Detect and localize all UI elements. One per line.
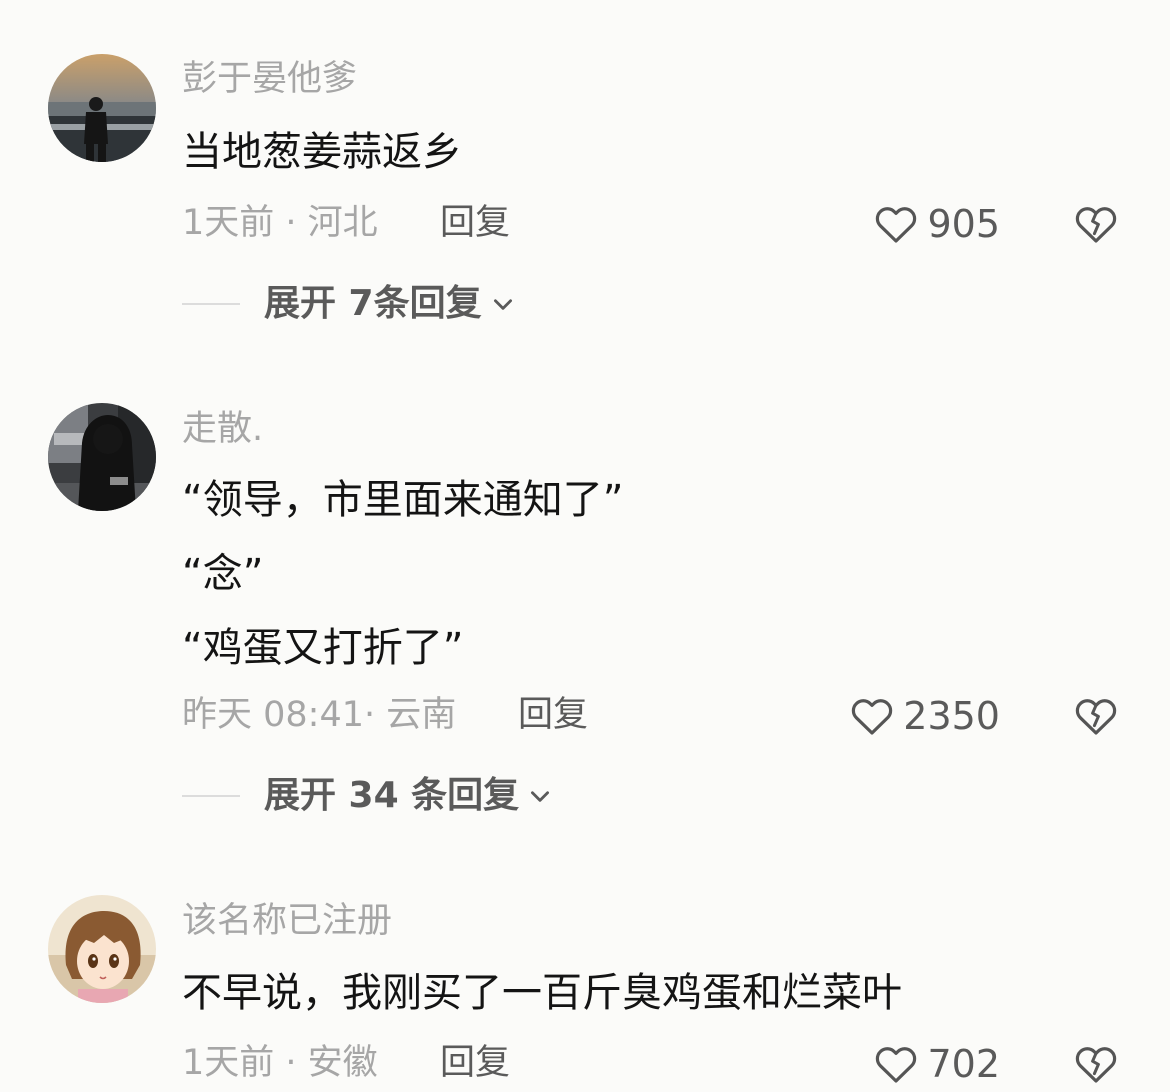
divider-line bbox=[182, 303, 240, 305]
dislike-button[interactable] bbox=[1072, 692, 1120, 744]
broken-heart-icon bbox=[1075, 699, 1117, 735]
comment-text-line: “念” bbox=[182, 551, 264, 597]
dislike-button[interactable] bbox=[1072, 1040, 1120, 1092]
comment-text: “领导，市里面来通知了” “念” “鸡蛋又打折了” bbox=[182, 463, 623, 685]
avatar-anime-girl bbox=[48, 895, 156, 1003]
comment-meta: 1天前 · 河北 bbox=[182, 203, 378, 243]
like-count: 905 bbox=[927, 202, 1000, 246]
comment-text-line: “领导，市里面来通知了” bbox=[182, 477, 624, 523]
avatar[interactable] bbox=[48, 403, 156, 511]
dislike-button[interactable] bbox=[1072, 200, 1120, 252]
comment-item: 彭于晏他爹 当地葱姜蒜返乡 1天前 · 河北 回复 905 展开 7条回复 bbox=[0, 0, 1170, 360]
divider-line bbox=[182, 795, 240, 797]
like-count: 702 bbox=[927, 1042, 1000, 1086]
broken-heart-icon bbox=[1075, 207, 1117, 243]
heart-outline-icon bbox=[876, 207, 917, 243]
heart-outline-icon bbox=[852, 699, 893, 735]
expand-replies-label: 展开 7条回复 bbox=[264, 283, 482, 324]
heart-outline-icon bbox=[876, 1047, 917, 1083]
chevron-down-icon bbox=[531, 791, 550, 802]
username[interactable]: 走散. bbox=[182, 412, 263, 447]
avatar[interactable] bbox=[48, 54, 156, 162]
like-count: 2350 bbox=[903, 694, 1000, 738]
avatar[interactable] bbox=[48, 895, 156, 1003]
reply-button[interactable]: 回复 bbox=[440, 1046, 510, 1081]
username[interactable]: 彭于晏他爹 bbox=[182, 62, 357, 97]
avatar-photo-dark-figure bbox=[48, 403, 156, 511]
comment-meta: 1天前 · 安徽 bbox=[182, 1043, 378, 1083]
like-button[interactable]: 702 bbox=[871, 1040, 1000, 1088]
like-button[interactable]: 905 bbox=[871, 200, 1000, 248]
comment-meta: 昨天 08:41· 云南 bbox=[182, 695, 457, 735]
avatar-photo-sunset-sea bbox=[48, 54, 156, 162]
expand-replies-label: 展开 34 条回复 bbox=[264, 775, 520, 816]
comment-text-line: 当地葱姜蒜返乡 bbox=[182, 129, 462, 175]
broken-heart-icon bbox=[1075, 1047, 1117, 1083]
expand-replies-button[interactable]: 展开 7条回复 bbox=[182, 286, 516, 322]
like-button[interactable]: 2350 bbox=[847, 692, 1000, 740]
reply-button[interactable]: 回复 bbox=[440, 206, 510, 241]
comment-text: 不早说，我刚买了一百斤臭鸡蛋和烂菜叶 bbox=[182, 956, 902, 1030]
comment-text: 当地葱姜蒜返乡 bbox=[182, 115, 462, 189]
comment-text-line: “鸡蛋又打折了” bbox=[182, 625, 464, 671]
username[interactable]: 该名称已注册 bbox=[182, 904, 392, 939]
reply-button[interactable]: 回复 bbox=[518, 698, 588, 733]
chevron-down-icon bbox=[493, 299, 512, 310]
expand-replies-button[interactable]: 展开 34 条回复 bbox=[182, 778, 553, 814]
comment-item: 该名称已注册 不早说，我刚买了一百斤臭鸡蛋和烂菜叶 1天前 · 安徽 回复 70… bbox=[0, 860, 1170, 1090]
comment-text-line: 不早说，我刚买了一百斤臭鸡蛋和烂菜叶 bbox=[182, 970, 902, 1016]
comment-item: 走散. “领导，市里面来通知了” “念” “鸡蛋又打折了” 昨天 08:41· … bbox=[0, 360, 1170, 860]
